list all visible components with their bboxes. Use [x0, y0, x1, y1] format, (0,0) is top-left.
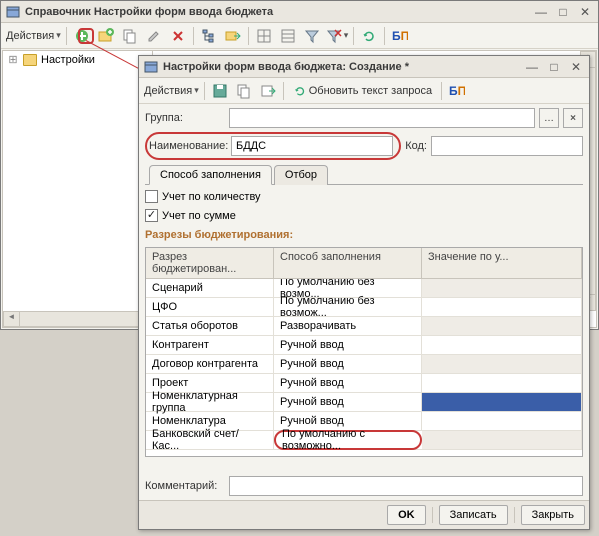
child-copy-button[interactable]	[233, 80, 255, 102]
name-label: Наименование:	[149, 140, 227, 152]
app-icon	[5, 4, 21, 20]
child-goto-button[interactable]	[257, 80, 279, 102]
checkbox-sum-label: Учет по сумме	[162, 210, 236, 222]
move-button[interactable]	[222, 25, 244, 47]
child-actions-label: Действия	[144, 85, 192, 97]
cell-default-value[interactable]	[422, 279, 582, 297]
cell-default-value[interactable]	[422, 393, 582, 411]
table-row[interactable]: ЦФОПо умолчанию без возмож...	[146, 298, 582, 317]
cell-dimension[interactable]: Статья оборотов	[146, 317, 274, 335]
cell-default-value[interactable]	[422, 431, 582, 449]
code-label: Код:	[405, 140, 427, 152]
cell-default-value[interactable]	[422, 374, 582, 392]
tree-root-label: Настройки	[41, 54, 95, 66]
table-row[interactable]: Банковский счет/ Кас...По умолчанию с во…	[146, 431, 582, 450]
table-row[interactable]: Договор контрагентаРучной ввод	[146, 355, 582, 374]
table-row[interactable]: Номенклатурная группаРучной ввод	[146, 393, 582, 412]
cell-dimension[interactable]: Сценарий	[146, 279, 274, 297]
tab-fill-method[interactable]: Способ заполнения	[149, 165, 272, 185]
minimize-button[interactable]: —	[532, 4, 550, 20]
filter-button[interactable]	[301, 25, 323, 47]
maximize-button[interactable]: □	[554, 4, 572, 20]
ok-button[interactable]: OK	[387, 505, 426, 525]
child-bit-icon[interactable]: БП	[446, 80, 468, 102]
edit-button[interactable]	[143, 25, 165, 47]
cell-fill-method[interactable]: По умолчанию с возможно...	[274, 430, 422, 450]
table-row[interactable]: КонтрагентРучной ввод	[146, 336, 582, 355]
group-clear-button[interactable]: ×	[563, 108, 583, 128]
bit-icon[interactable]: БП	[389, 25, 411, 47]
name-input[interactable]	[231, 136, 393, 156]
tree-root-item[interactable]: ⊞ Настройки	[3, 51, 152, 68]
grid-icon-2[interactable]	[277, 25, 299, 47]
cell-fill-method[interactable]: По умолчанию без возмож...	[274, 298, 422, 316]
dialog-icon	[143, 59, 159, 75]
child-close-button[interactable]: ✕	[567, 59, 585, 75]
child-maximize-button[interactable]: □	[545, 59, 563, 75]
cell-dimension[interactable]: Банковский счет/ Кас...	[146, 431, 274, 449]
comment-input[interactable]	[229, 476, 583, 496]
group-label: Группа:	[145, 112, 225, 124]
add-button-highlight	[78, 28, 94, 44]
group-picker-button[interactable]: …	[539, 108, 559, 128]
group-input[interactable]	[229, 108, 535, 128]
child-save-button-1[interactable]	[209, 80, 231, 102]
cell-dimension[interactable]: Договор контрагента	[146, 355, 274, 373]
refresh-button[interactable]	[358, 25, 380, 47]
parent-title: Справочник Настройки форм ввода бюджета	[25, 6, 528, 18]
close-button[interactable]: ✕	[576, 4, 594, 20]
cell-default-value[interactable]	[422, 317, 582, 335]
cell-dimension[interactable]: Номенклатурная группа	[146, 393, 274, 411]
tree-expand-icon[interactable]: ⊞	[7, 53, 19, 66]
svg-text:БП: БП	[392, 29, 408, 43]
child-actions-menu[interactable]: Действия▾	[143, 80, 200, 102]
actions-label: Действия	[6, 30, 54, 42]
table-row[interactable]: Статья оборотовРазворачивать	[146, 317, 582, 336]
checkbox-quantity[interactable]	[145, 190, 158, 203]
child-title: Настройки форм ввода бюджета: Создание *	[163, 61, 519, 73]
cell-fill-method[interactable]: Ручной ввод	[274, 355, 422, 373]
delete-button[interactable]	[167, 25, 189, 47]
svg-text:БП: БП	[449, 84, 465, 98]
actions-menu[interactable]: Действия▾	[5, 25, 62, 47]
checkbox-quantity-label: Учет по количеству	[162, 191, 261, 203]
save-button[interactable]: Записать	[439, 505, 508, 525]
cell-default-value[interactable]	[422, 355, 582, 373]
folder-icon	[23, 54, 37, 66]
cell-fill-method[interactable]: Ручной ввод	[274, 336, 422, 354]
col-dimension[interactable]: Разрез бюджетирован...	[146, 248, 274, 278]
tab-filter[interactable]: Отбор	[274, 165, 328, 185]
col-default-value[interactable]: Значение по у...	[422, 248, 582, 278]
cell-fill-method[interactable]: Разворачивать	[274, 317, 422, 335]
name-row-highlight: Наименование:	[145, 132, 401, 160]
cell-fill-method[interactable]: Ручной ввод	[274, 374, 422, 392]
add-folder-button[interactable]	[95, 25, 117, 47]
cell-dimension[interactable]: Контрагент	[146, 336, 274, 354]
checkbox-sum[interactable]: ✓	[145, 209, 158, 222]
cell-default-value[interactable]	[422, 336, 582, 354]
cell-default-value[interactable]	[422, 412, 582, 430]
cancel-button[interactable]: Закрыть	[521, 505, 585, 525]
cell-fill-method[interactable]: Ручной ввод	[274, 393, 422, 411]
code-input[interactable]	[431, 136, 583, 156]
cell-dimension[interactable]: ЦФО	[146, 298, 274, 316]
comment-label: Комментарий:	[145, 480, 225, 492]
grid-icon-1[interactable]	[253, 25, 275, 47]
filter-clear-button[interactable]: ▾	[325, 25, 350, 47]
cell-default-value[interactable]	[422, 298, 582, 316]
budget-sections-heading: Разрезы бюджетирования:	[145, 227, 583, 243]
copy-button[interactable]	[119, 25, 141, 47]
refresh-query-label: Обновить текст запроса	[309, 85, 432, 97]
hierarchy-toggle[interactable]	[198, 25, 220, 47]
child-minimize-button[interactable]: —	[523, 59, 541, 75]
refresh-query-button[interactable]: Обновить текст запроса	[288, 80, 437, 102]
col-fill-method[interactable]: Способ заполнения	[274, 248, 422, 278]
